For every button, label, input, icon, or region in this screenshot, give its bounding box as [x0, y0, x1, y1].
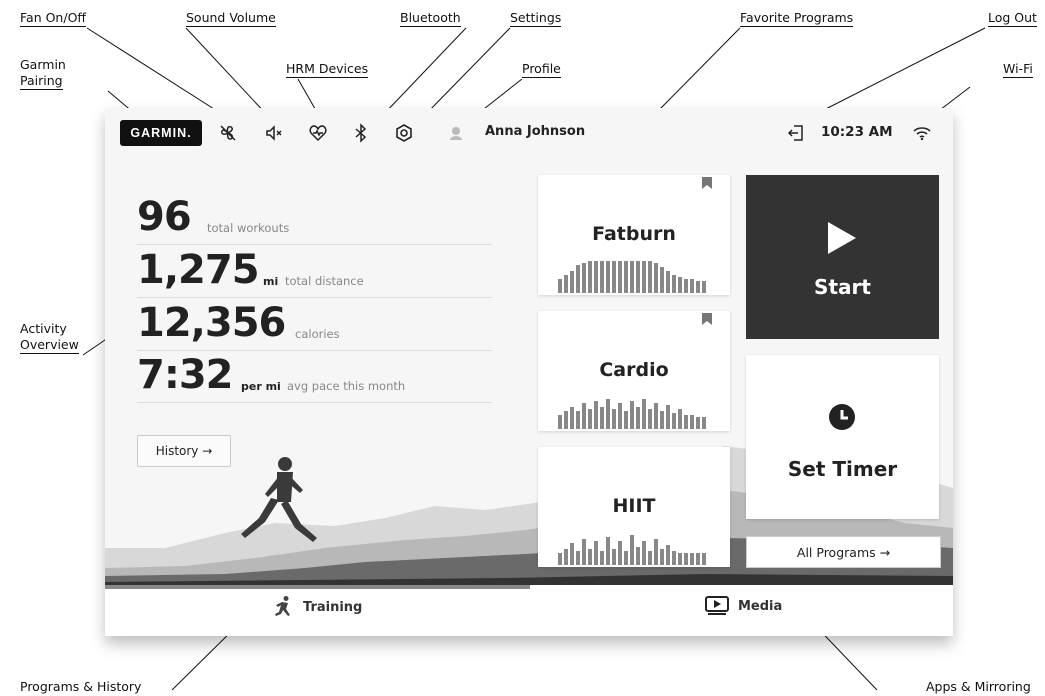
tab-training[interactable]: Training	[271, 595, 362, 619]
play-icon	[828, 222, 856, 254]
stat-unit: per mi	[241, 380, 281, 393]
intensity-profile	[558, 399, 706, 429]
program-card-fatburn[interactable]: Fatburn	[538, 175, 730, 295]
sound-icon[interactable]	[263, 122, 285, 144]
callout-logout: Log Out	[988, 10, 1037, 27]
program-card-cardio[interactable]: Cardio	[538, 311, 730, 431]
heart-rate-icon[interactable]	[307, 122, 329, 144]
stat-total-workouts: 96 total workouts	[137, 192, 492, 245]
stat-label: avg pace this month	[287, 379, 406, 393]
settings-icon[interactable]	[393, 122, 415, 144]
program-name: HIIT	[612, 495, 656, 517]
fan-icon[interactable]	[217, 122, 239, 144]
tab-media-label: Media	[738, 598, 783, 614]
stat-avg-pace: 7:32 per mi avg pace this month	[137, 350, 492, 403]
running-icon	[275, 596, 290, 616]
profile-icon[interactable]	[445, 122, 467, 144]
callout-activity-line1: Activity	[20, 321, 67, 336]
bookmark-icon[interactable]	[702, 313, 712, 325]
all-programs-button[interactable]: All Programs →	[746, 536, 941, 568]
callout-profile: Profile	[522, 61, 561, 78]
callout-settings: Settings	[510, 10, 562, 27]
start-label: Start	[814, 275, 871, 299]
callout-bluetooth: Bluetooth	[400, 10, 461, 27]
callout-wifi: Wi-Fi	[1003, 61, 1033, 78]
stat-total-distance: 1,275 mi total distance	[137, 245, 492, 298]
bookmark-icon[interactable]	[702, 177, 712, 189]
wifi-icon[interactable]	[911, 122, 933, 144]
callout-sound: Sound Volume	[186, 10, 276, 27]
callout-garmin-line2: Pairing	[20, 73, 63, 90]
logout-icon[interactable]	[785, 122, 807, 144]
stat-calories: 12,356 calories	[137, 298, 492, 351]
tab-media[interactable]: Media	[704, 595, 782, 617]
set-timer-label: Set Timer	[787, 457, 898, 481]
stat-value: 12,356	[137, 300, 286, 346]
callout-hrm: HRM Devices	[286, 61, 369, 78]
callout-programs-history: Programs & History	[20, 679, 142, 694]
callout-favorites: Favorite Programs	[740, 10, 854, 27]
top-bar: GARMIN. Anna Johnson 10:23 AM	[105, 108, 953, 156]
clock-time: 10:23 AM	[821, 124, 893, 140]
callout-apps-mirroring: Apps & Mirroring	[926, 679, 1031, 694]
treadmill-home-screen: GARMIN. Anna Johnson 10:23 AM 96 total w…	[105, 108, 953, 636]
stat-label: total distance	[285, 274, 364, 288]
active-tab-indicator	[105, 585, 530, 589]
clock-icon	[829, 404, 855, 430]
history-button[interactable]: History →	[137, 435, 231, 467]
program-name: Fatburn	[592, 223, 676, 245]
stat-unit: mi	[263, 275, 279, 288]
bottom-navigation	[105, 585, 953, 636]
start-button[interactable]: Start	[746, 175, 939, 339]
program-card-hiit[interactable]: HIIT	[538, 447, 730, 567]
bluetooth-icon[interactable]	[350, 122, 372, 144]
stat-label: calories	[295, 327, 340, 341]
callout-activity-line2: Overview	[20, 337, 79, 354]
stat-label: total workouts	[207, 221, 290, 235]
program-name: Cardio	[599, 359, 669, 381]
profile-name[interactable]: Anna Johnson	[485, 124, 585, 139]
garmin-pairing-button[interactable]: GARMIN.	[120, 120, 202, 146]
stat-value: 96	[137, 194, 192, 240]
callout-garmin-line1: Garmin	[20, 57, 66, 72]
callout-fan: Fan On/Off	[20, 10, 87, 27]
set-timer-button[interactable]: Set Timer	[746, 355, 939, 519]
media-icon	[705, 596, 729, 615]
stat-value: 1,275	[137, 247, 260, 293]
tab-training-label: Training	[303, 599, 363, 615]
intensity-profile	[558, 535, 706, 565]
stat-value: 7:32	[137, 352, 233, 398]
intensity-profile	[558, 261, 706, 293]
